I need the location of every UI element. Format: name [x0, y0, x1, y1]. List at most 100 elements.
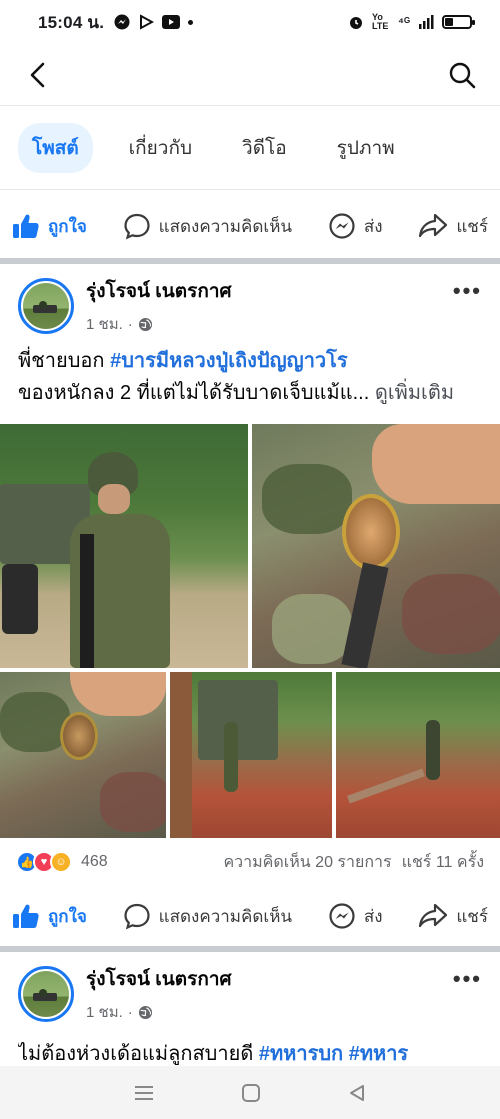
- care-reaction-icon: ☺: [50, 851, 72, 873]
- comment-label: แสดงความคิดเห็น: [158, 216, 293, 236]
- post-author-block: รุ่งโรจน์ เนตรกาศ 1 ชม. ·: [86, 276, 232, 336]
- thumbs-up-icon: [13, 904, 39, 928]
- share-button[interactable]: แชร์: [418, 903, 488, 930]
- photo-face-shape: [98, 484, 130, 514]
- globe-icon: [138, 1005, 152, 1019]
- meta-separator: ·: [127, 1003, 133, 1021]
- post-text: ไม่ต้องห่วงเด้อแม่ลูกสบายดี #ทหารบก #ทหา…: [18, 1038, 484, 1066]
- signal-icon: [419, 15, 434, 29]
- post-author-name[interactable]: รุ่งโรจน์ เนตรกาศ: [86, 276, 232, 306]
- share-label: แชร์: [456, 906, 488, 926]
- meta-separator: ·: [127, 315, 133, 333]
- photo-amulet-shape: [60, 712, 98, 760]
- send-label: ส่ง: [363, 906, 383, 926]
- post-header: รุ่งโรจน์ เนตรกาศ 1 ชม. · •••: [0, 956, 500, 1032]
- notification-icons: [114, 14, 194, 30]
- share-arrow-icon: [419, 213, 448, 238]
- status-time: 15:04 น.: [38, 12, 105, 32]
- messenger-notif-icon: [114, 14, 130, 30]
- camo-patch: [100, 772, 166, 832]
- camo-patch: [272, 594, 352, 664]
- photo-log-shape: [347, 768, 425, 804]
- reactions-row: 👍 ♥ ☺ 468 ความคิดเห็น 20 รายการ แชร์ 11 …: [0, 842, 500, 882]
- post-photo-2[interactable]: [252, 424, 500, 668]
- battery-icon: [442, 15, 475, 29]
- home-icon[interactable]: [241, 1083, 261, 1103]
- more-notifications-dot: [188, 19, 194, 25]
- send-label: ส่ง: [363, 216, 383, 236]
- photo-amulet-shape: [342, 494, 400, 570]
- post-header: รุ่งโรจน์ เนตรกาศ 1 ชม. · •••: [0, 268, 500, 344]
- share-label: แชร์: [456, 216, 488, 236]
- avatar-image: [23, 971, 69, 1017]
- post-photo-5[interactable]: [336, 672, 500, 838]
- post-hashtag[interactable]: #บารมีหลวงปู่เถิงปัญญาวโร: [110, 350, 348, 372]
- avatar[interactable]: [18, 966, 74, 1022]
- avatar[interactable]: [18, 278, 74, 334]
- more-dots-icon[interactable]: •••: [453, 278, 482, 304]
- post-time[interactable]: 1 ชม.: [86, 312, 123, 336]
- see-more-link[interactable]: ดูเพิ่มเติม: [375, 382, 454, 404]
- comment-button[interactable]: แสดงความคิดเห็น: [123, 902, 292, 930]
- send-button[interactable]: ส่ง: [328, 902, 383, 930]
- post-text-prefix: พี่ชายบอก: [18, 350, 111, 372]
- post-author-name[interactable]: รุ่งโรจน์ เนตรกาศ: [86, 964, 232, 994]
- search-icon[interactable]: [446, 59, 478, 91]
- post-text-line2: ของหนักลง 2 ที่แต่ไม่ได้รับบาดเจ็บแม้แ..…: [18, 377, 484, 409]
- post-time[interactable]: 1 ชม.: [86, 1000, 123, 1024]
- share-arrow-icon: [419, 903, 448, 928]
- globe-icon: [138, 317, 152, 331]
- avatar-image: [23, 283, 69, 329]
- reaction-count[interactable]: 468: [81, 853, 108, 871]
- tab-videos[interactable]: วิดีโอ: [228, 123, 301, 173]
- tab-posts[interactable]: โพสต์: [18, 122, 93, 173]
- photo-soldier-shape: [426, 720, 440, 780]
- status-right: Yo LTE ⁴ᴳ: [348, 13, 475, 31]
- post-meta: 1 ชม. ·: [86, 312, 232, 336]
- more-dots-icon[interactable]: •••: [453, 966, 482, 992]
- post-actions: ถูกใจ แสดงความคิดเห็น ส่ง แชร์: [0, 882, 500, 950]
- comment-count[interactable]: ความคิดเห็น 20 รายการ: [223, 850, 391, 875]
- post-author-block: รุ่งโรจน์ เนตรกาศ 1 ชม. ·: [86, 964, 232, 1024]
- post-text-line1: พี่ชายบอก #บารมีหลวงปู่เถิงปัญญาวโร: [18, 345, 484, 377]
- like-button[interactable]: ถูกใจ: [12, 903, 87, 930]
- recent-apps-icon[interactable]: [133, 1084, 155, 1102]
- messenger-icon: [329, 903, 355, 929]
- system-nav-bar: [0, 1066, 500, 1119]
- share-button[interactable]: แชร์: [418, 213, 488, 240]
- like-label: ถูกใจ: [48, 906, 87, 926]
- tab-about[interactable]: เกี่ยวกับ: [115, 123, 206, 173]
- photo-rifle-shape: [80, 534, 94, 668]
- messenger-icon: [329, 213, 355, 239]
- tab-photos[interactable]: รูปภาพ: [323, 123, 409, 173]
- battery-level: [445, 18, 453, 26]
- post-hashtag[interactable]: #ทหารบก: [259, 1043, 343, 1065]
- profile-tabs: โพสต์ เกี่ยวกับ วิดีโอ รูปภาพ: [0, 106, 500, 190]
- thumbs-up-icon: [13, 214, 39, 238]
- status-bar: 15:04 น. Yo LTE ⁴ᴳ: [0, 0, 500, 44]
- comment-bubble-icon: [124, 903, 150, 930]
- comment-bubble-icon: [124, 213, 150, 240]
- post-photo-1[interactable]: [0, 424, 248, 668]
- reaction-emojis[interactable]: 👍 ♥ ☺: [16, 851, 72, 873]
- post-hashtag[interactable]: #ทหาร: [349, 1043, 408, 1065]
- share-count[interactable]: แชร์ 11 ครั้ง: [402, 850, 484, 875]
- comment-label: แสดงความคิดเห็น: [158, 906, 293, 926]
- top-bar: [0, 44, 500, 106]
- back-nav-icon[interactable]: [347, 1083, 367, 1103]
- photo-tree-shape: [170, 672, 192, 838]
- like-label: ถูกใจ: [48, 216, 87, 236]
- post-photo-3[interactable]: [0, 672, 166, 838]
- play-notif-icon: [140, 14, 155, 30]
- camo-patch: [402, 574, 500, 654]
- post-photo-4[interactable]: [170, 672, 332, 838]
- send-button[interactable]: ส่ง: [328, 212, 383, 240]
- post-separator: [0, 258, 500, 264]
- like-button[interactable]: ถูกใจ: [12, 213, 87, 240]
- comment-button[interactable]: แสดงความคิดเห็น: [123, 212, 292, 240]
- photo-hand-shape: [70, 672, 166, 716]
- photo-soldier-shape: [224, 722, 238, 792]
- post-text: พี่ชายบอก #บารมีหลวงปู่เถิงปัญญาวโร ของห…: [18, 345, 484, 409]
- back-arrow-icon[interactable]: [22, 59, 54, 91]
- photo-tires-shape: [2, 564, 38, 634]
